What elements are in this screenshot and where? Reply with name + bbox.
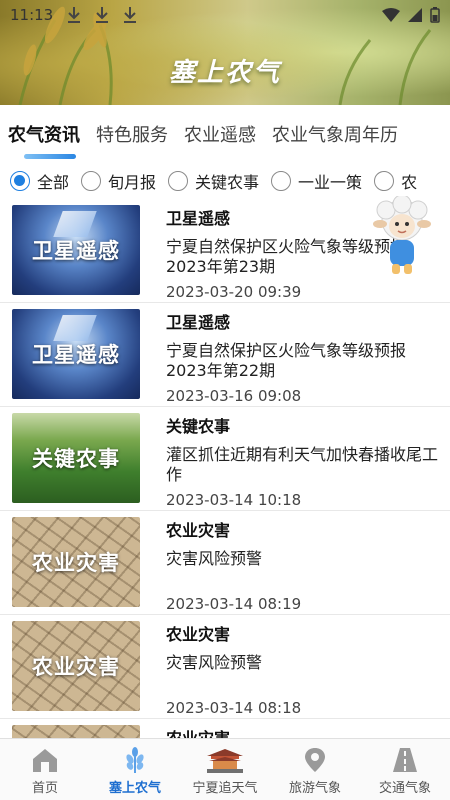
filter-more[interactable]: 农 — [374, 169, 417, 193]
list-item[interactable]: 农业灾害 农业灾害 灾害风险预警 2023-03-14 08:18 — [0, 615, 450, 719]
download-icon — [68, 7, 81, 23]
article-category: 农业灾害 — [166, 521, 231, 540]
sheep-mascot-icon[interactable] — [370, 196, 434, 278]
road-icon — [393, 748, 417, 772]
nav-lvyou-qixiang[interactable]: 旅游气象 — [270, 739, 360, 800]
nav-saishang-nongqi[interactable]: 塞上农气 — [90, 739, 180, 800]
article-time: 2023-03-14 10:18 — [166, 491, 302, 509]
nav-label: 首页 — [31, 781, 58, 796]
article-thumbnail: 卫星遥感 — [12, 309, 140, 399]
list-item[interactable]: 农业灾害 农业灾害 灾害风险预警 2023-03-14 08:19 — [0, 511, 450, 615]
nav-home[interactable]: 首页 — [0, 739, 90, 800]
article-time: 2023-03-14 08:19 — [166, 595, 302, 613]
banner-title: 塞上农气 — [168, 58, 281, 88]
filter-xunyuebao[interactable]: 旬月报 — [81, 169, 156, 193]
article-time: 2023-03-16 09:08 — [166, 387, 302, 405]
tab-nongye-yaogan[interactable]: 农业遥感 — [184, 121, 256, 147]
radio-icon[interactable] — [374, 171, 395, 191]
nav-label: 塞上农气 — [108, 781, 161, 796]
tab-nongqi-zixun[interactable]: 农气资讯 — [8, 121, 80, 147]
radio-icon[interactable] — [271, 171, 292, 191]
crop-icon — [126, 747, 144, 773]
nav-ningxia-zhuitianqi[interactable]: 宁夏追天气 — [180, 739, 270, 800]
nav-label: 交通气象 — [378, 781, 431, 796]
signal-icon — [408, 8, 422, 22]
list-item[interactable]: 农业灾害 — [0, 719, 450, 739]
article-summary: 宁夏自然保护区火险气象等级预报2023年第22期 — [166, 341, 407, 380]
active-tab-indicator — [24, 154, 76, 159]
article-summary: 灌区抓住近期有利天气加快春播收尾工作 — [166, 445, 439, 484]
bottom-nav: 首页 塞上农气 宁夏追天气 旅游气象 交通气象 — [0, 738, 450, 800]
home-icon — [33, 749, 57, 772]
radio-checked-icon[interactable] — [10, 171, 30, 191]
status-bar: 11:13 — [0, 0, 450, 30]
article-summary: 灾害风险预警 — [166, 653, 263, 672]
filter-radio-group: 全部 旬月报 关键农事 一业一策 农 — [0, 165, 450, 197]
list-item[interactable]: 卫星遥感 卫星遥感 宁夏自然保护区火险气象等级预报2023年第22期 2023-… — [0, 303, 450, 407]
article-thumbnail: 关键农事 — [12, 413, 140, 503]
article-time: 2023-03-20 09:39 — [166, 283, 302, 301]
filter-yiye-yice[interactable]: 一业一策 — [271, 169, 362, 193]
article-list: 卫星遥感 卫星遥感 宁夏自然保护区火险气象等级预报2023年第23期 2023-… — [0, 199, 450, 739]
radio-icon[interactable] — [81, 171, 102, 191]
article-thumbnail: 农业灾害 — [12, 517, 140, 607]
download-icon — [124, 7, 137, 23]
list-item[interactable]: 关键农事 关键农事 灌区抓住近期有利天气加快春播收尾工作 2023-03-14 … — [0, 407, 450, 511]
location-icon — [305, 748, 325, 772]
filter-label: 全部 — [37, 173, 70, 192]
filter-guanjian-nongshi[interactable]: 关键农事 — [168, 169, 259, 193]
article-category: 卫星遥感 — [166, 313, 231, 332]
filter-label: 一业一策 — [298, 173, 363, 192]
filter-all[interactable]: 全部 — [10, 169, 69, 193]
nav-jiaotong-qixiang[interactable]: 交通气象 — [360, 739, 450, 800]
wifi-icon — [382, 8, 400, 22]
battery-icon — [430, 7, 440, 23]
nav-label: 宁夏追天气 — [192, 781, 258, 796]
article-thumbnail: 卫星遥感 — [12, 205, 140, 295]
tab-nongye-qixiang-zhounianli[interactable]: 农业气象周年历 — [272, 121, 398, 147]
article-time: 2023-03-14 08:18 — [166, 699, 302, 717]
article-thumbnail — [12, 725, 140, 739]
filter-label: 旬月报 — [108, 173, 157, 192]
filter-label: 关键农事 — [195, 173, 260, 192]
filter-label: 农 — [401, 173, 418, 192]
article-category: 关键农事 — [166, 417, 231, 436]
article-summary: 灾害风险预警 — [166, 549, 263, 568]
pavilion-icon — [207, 749, 243, 773]
radio-icon[interactable] — [168, 171, 189, 191]
download-icon — [96, 7, 109, 23]
article-thumbnail: 农业灾害 — [12, 621, 140, 711]
article-category: 农业灾害 — [166, 625, 231, 644]
nav-label: 旅游气象 — [288, 781, 341, 796]
tab-tese-fuwu[interactable]: 特色服务 — [96, 121, 168, 147]
status-time: 11:13 — [10, 6, 54, 24]
